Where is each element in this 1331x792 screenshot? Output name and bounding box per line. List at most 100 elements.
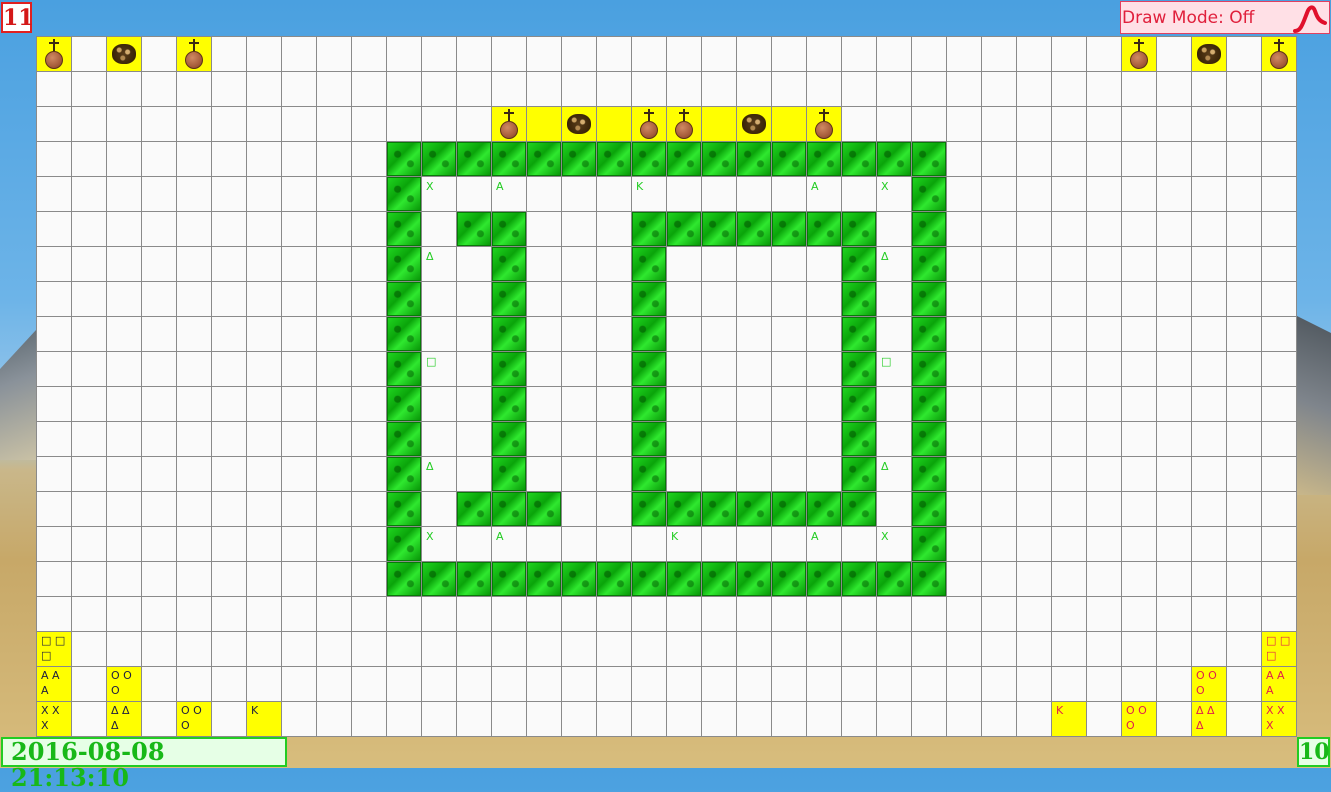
draw-mode-label: Draw Mode: Off [1122, 8, 1255, 28]
wall-tile [422, 562, 456, 596]
marked-cell[interactable]: X [422, 527, 456, 561]
wall-tile [667, 492, 701, 526]
piece-label: A A [1266, 669, 1285, 682]
wall-tile [737, 562, 771, 596]
player-piece-tile[interactable]: K [1052, 702, 1086, 736]
wall-tile [912, 247, 946, 281]
wall-tile [632, 142, 666, 176]
wall-tile [457, 212, 491, 246]
marked-cell[interactable]: Δ [877, 457, 911, 491]
player-piece-tile[interactable]: A A A [1262, 667, 1296, 701]
marked-cell[interactable]: Δ [877, 247, 911, 281]
piece-tile[interactable] [772, 107, 806, 141]
piece-label: □ [1266, 649, 1277, 662]
piece-label: X [41, 719, 49, 732]
wall-tile [737, 212, 771, 246]
player-piece-tile[interactable]: □ □ □ [1262, 632, 1296, 666]
wall-tile [772, 562, 806, 596]
wall-tile [842, 352, 876, 386]
marked-cell[interactable]: K [632, 177, 666, 211]
grave-marker-icon [1269, 38, 1289, 70]
marked-cell[interactable]: □ [877, 352, 911, 386]
wall-tile [387, 212, 421, 246]
wall-tile [702, 492, 736, 526]
wall-tile [702, 142, 736, 176]
player-piece-tile[interactable]: X X X [37, 702, 71, 736]
piece-tile[interactable] [737, 107, 771, 141]
wall-tile [632, 317, 666, 351]
player-piece-tile[interactable]: O O O [107, 667, 141, 701]
wall-tile [842, 562, 876, 596]
piece-tile[interactable] [807, 107, 841, 141]
marked-cell[interactable]: X [422, 177, 456, 211]
wall-tile [387, 177, 421, 211]
wall-tile [912, 527, 946, 561]
piece-tile[interactable] [632, 107, 666, 141]
piece-tile[interactable] [37, 37, 71, 71]
marked-cell[interactable]: A [492, 177, 526, 211]
piece-label: Δ [1196, 719, 1204, 732]
marked-cell[interactable]: Δ [422, 247, 456, 281]
wall-tile [667, 212, 701, 246]
marked-cell[interactable]: A [492, 527, 526, 561]
piece-tile[interactable] [1192, 37, 1226, 71]
wall-tile [597, 562, 631, 596]
wall-tile [632, 247, 666, 281]
marked-cell[interactable]: □ [422, 352, 456, 386]
wall-tile [492, 282, 526, 316]
marked-cell[interactable]: Δ [422, 457, 456, 491]
wall-tile [387, 562, 421, 596]
bush-icon [567, 114, 591, 134]
grave-marker-icon [1129, 38, 1149, 70]
cell-label: Δ [881, 460, 889, 473]
wall-tile [912, 142, 946, 176]
player-piece-tile[interactable]: O O O [1192, 667, 1226, 701]
wall-tile [842, 282, 876, 316]
player-piece-tile[interactable]: K [247, 702, 281, 736]
draw-mode-toggle[interactable]: Draw Mode: Off [1120, 1, 1330, 34]
player-piece-tile[interactable]: □ □ □ [37, 632, 71, 666]
piece-tile[interactable] [702, 107, 736, 141]
piece-tile[interactable] [1262, 37, 1296, 71]
wall-tile [912, 387, 946, 421]
wall-tile [457, 142, 491, 176]
wall-tile [842, 457, 876, 491]
wall-tile [912, 422, 946, 456]
piece-tile[interactable] [562, 107, 596, 141]
piece-tile[interactable] [667, 107, 701, 141]
wall-tile [807, 562, 841, 596]
wall-tile [387, 317, 421, 351]
wall-tile [702, 212, 736, 246]
piece-label: O [1126, 719, 1135, 732]
piece-label: X X [41, 704, 60, 717]
marked-cell[interactable]: A [807, 177, 841, 211]
marked-cell[interactable]: X [877, 177, 911, 211]
wall-tile [632, 352, 666, 386]
piece-tile[interactable] [597, 107, 631, 141]
piece-label: □ □ [41, 634, 66, 647]
piece-tile[interactable] [107, 37, 141, 71]
background-mountain-left [0, 330, 36, 460]
piece-tile[interactable] [492, 107, 526, 141]
grave-marker-icon [814, 108, 834, 140]
bush-icon [112, 44, 136, 64]
player-piece-tile[interactable]: Δ Δ Δ [1192, 702, 1226, 736]
piece-tile[interactable] [1122, 37, 1156, 71]
piece-tile[interactable] [177, 37, 211, 71]
cell-label: X [426, 180, 434, 193]
game-board[interactable]: X A K A X Δ Δ □ □ Δ Δ X A K A X □ □ □ A AAX XXO OOΔ ΔΔO OO… [36, 36, 1297, 737]
marked-cell[interactable]: A [807, 527, 841, 561]
cell-label: Δ [881, 250, 889, 263]
player-piece-tile[interactable]: O O O [1122, 702, 1156, 736]
player-piece-tile[interactable]: X X X [1262, 702, 1296, 736]
wall-tile [492, 457, 526, 491]
piece-label: K [1056, 704, 1064, 717]
player-piece-tile[interactable]: A A A [37, 667, 71, 701]
marked-cell[interactable]: K [667, 527, 701, 561]
grave-marker-icon [674, 108, 694, 140]
player-piece-tile[interactable]: Δ Δ Δ [107, 702, 141, 736]
piece-tile[interactable] [527, 107, 561, 141]
player-piece-tile[interactable]: O O O [177, 702, 211, 736]
marked-cell[interactable]: X [877, 527, 911, 561]
wall-tile [842, 387, 876, 421]
